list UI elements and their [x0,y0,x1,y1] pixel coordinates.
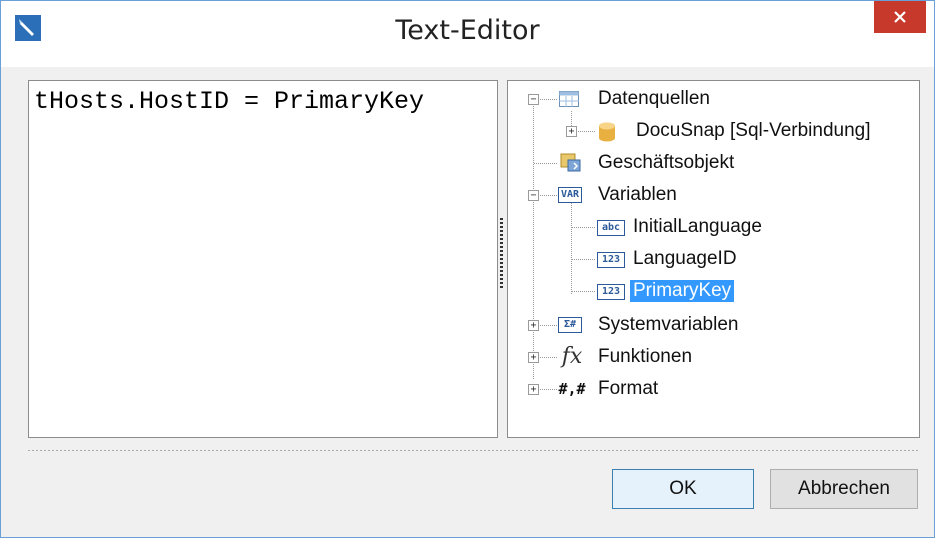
tree-item-label: InitialLanguage [633,216,762,237]
collapse-toggle[interactable]: − [528,190,539,201]
business-object-icon [559,151,583,173]
tree-item-label: PrimaryKey [630,280,735,302]
tree-item-initial-language[interactable]: InitialLanguage [630,213,765,241]
close-icon [894,11,906,23]
number-variable-icon: 123 [597,284,625,300]
database-icon [597,121,617,143]
tree-item-systemvariablen[interactable]: Systemvariablen [595,311,741,339]
expand-toggle[interactable]: + [528,384,539,395]
tree-item-label: Variablen [598,184,677,205]
tree-item-label: LanguageID [633,248,737,269]
expression-text[interactable]: tHosts.HostID = PrimaryKey [34,87,424,116]
collapse-toggle[interactable]: − [528,94,539,105]
tree-line [571,199,572,294]
tree-line [571,111,572,126]
close-button[interactable] [874,1,926,33]
tree-item-variablen[interactable]: Variablen [595,181,680,209]
tree-item-label: Funktionen [598,346,693,367]
tree-line [572,259,596,260]
tree-item-datenquellen[interactable]: Datenquellen [595,85,713,113]
expand-toggle[interactable]: + [528,352,539,363]
tree-line [572,227,596,228]
string-variable-icon: abc [597,220,625,236]
tree-line [533,104,534,380]
tree-line [538,389,558,390]
footer-separator [28,450,918,451]
system-variable-icon: Σ# [558,317,582,333]
number-variable-icon: 123 [597,252,625,268]
tree-line [538,195,558,196]
expand-toggle[interactable]: + [528,320,539,331]
tree-item-label: Geschäftsobjekt [598,152,735,173]
title-bar: Text-Editor [1,1,934,67]
tree-item-label: Format [598,378,659,399]
variable-icon: VAR [558,187,582,203]
function-icon: fx [561,343,583,369]
tree-line [538,357,558,358]
tree-item-label: Systemvariablen [598,314,739,335]
format-icon: #,# [558,380,586,398]
ok-button[interactable]: OK [612,469,754,509]
table-icon [559,90,579,108]
tree-item-label: DocuSnap [Sql-Verbindung] [636,120,871,141]
data-tree[interactable]: − Datenquellen + DocuSnap [Sql-Verbindun… [507,80,920,438]
tree-item-geschaeftsobjekt[interactable]: Geschäftsobjekt [595,149,737,177]
window-title: Text-Editor [395,15,540,46]
tree-item-format[interactable]: Format [595,375,661,403]
tree-line [534,163,558,164]
tree-item-primary-key[interactable]: PrimaryKey [630,277,735,305]
expression-editor[interactable]: tHosts.HostID = PrimaryKey [28,80,498,438]
tree-line [576,131,596,132]
tree-item-docusnap[interactable]: DocuSnap [Sql-Verbindung] [633,117,874,145]
tree-line [538,325,558,326]
splitter-handle[interactable] [500,218,503,290]
tree-line [538,99,558,100]
tree-item-language-id[interactable]: LanguageID [630,245,740,273]
tree-line [572,291,596,292]
expand-toggle[interactable]: + [566,126,577,137]
cancel-button[interactable]: Abbrechen [770,469,918,509]
tree-item-label: Datenquellen [598,88,710,109]
tree-item-funktionen[interactable]: Funktionen [595,343,695,371]
text-editor-window: Text-Editor tHosts.HostID = PrimaryKey −… [0,0,935,538]
